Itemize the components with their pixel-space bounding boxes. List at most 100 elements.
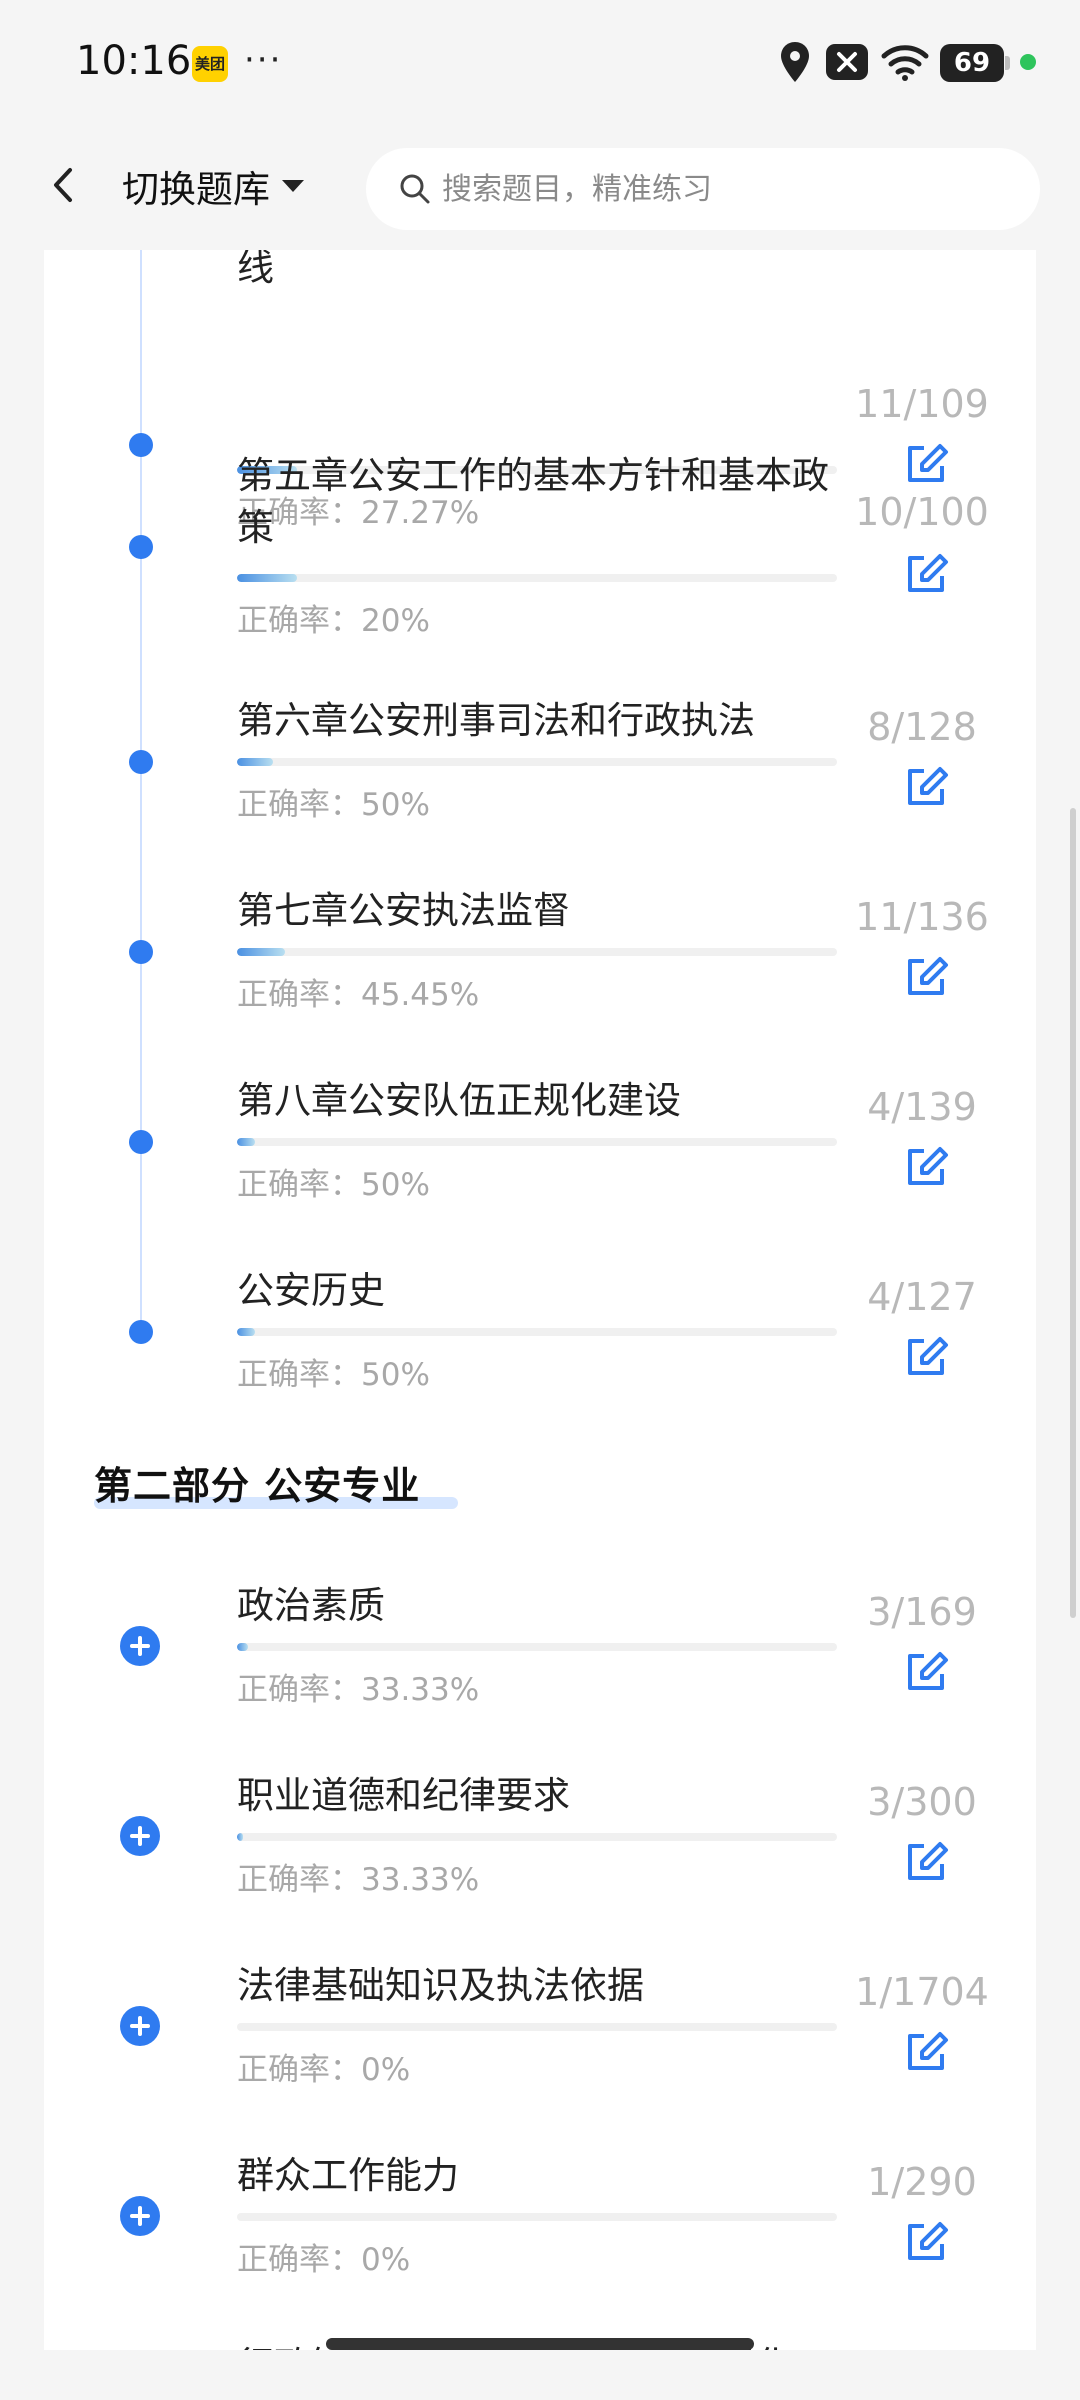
edit-practice-icon[interactable]: [902, 953, 950, 1001]
scrollbar[interactable]: [1070, 808, 1076, 1618]
status-time: 10:16: [76, 38, 192, 84]
edit-practice-icon[interactable]: [902, 763, 950, 811]
progress-bar: [237, 1328, 837, 1336]
close-notification-icon: [826, 44, 868, 80]
privacy-indicator-icon: [1020, 54, 1036, 70]
accuracy-value: 0%: [361, 2052, 411, 2088]
progress-bar: [237, 574, 837, 582]
accuracy-value: 0%: [361, 2242, 411, 2278]
accuracy-label: 正确率：: [237, 1862, 361, 1898]
accuracy-label: 正确率：: [237, 977, 361, 1013]
item-title: 第四章公安工作的根本原则和根本路线: [237, 250, 274, 289]
accuracy-rate: 正确率：50%: [237, 779, 430, 824]
accuracy-rate: 正确率：45.45%: [237, 969, 479, 1014]
more-notifications-icon: ···: [244, 40, 283, 80]
accuracy-value: 45.45%: [361, 977, 480, 1013]
progress-bar: [237, 1833, 837, 1841]
item-title: 第五章公安工作的基本方针和基本政策: [237, 454, 829, 549]
accuracy-rate: 正确率：33.33%: [237, 1664, 479, 1709]
search-icon: [400, 174, 430, 204]
question-count: 11/136: [855, 895, 989, 939]
accuracy-value: 20%: [361, 603, 430, 639]
accuracy-value: 33.33%: [361, 1672, 480, 1708]
accuracy-value: 33.33%: [361, 1862, 480, 1898]
progress-fill: [237, 948, 285, 956]
wifi-icon: [881, 45, 929, 81]
accuracy-label: 正确率：: [237, 603, 361, 639]
accuracy-label: 正确率：: [237, 1357, 361, 1393]
accuracy-rate: 正确率：0%: [237, 2044, 410, 2089]
edit-practice-icon[interactable]: [902, 550, 950, 598]
timeline-dot: [129, 750, 153, 774]
accuracy-rate: 正确率：0%: [237, 2234, 410, 2279]
back-arrow-icon[interactable]: [40, 160, 90, 210]
progress-fill: [237, 1643, 248, 1651]
caret-down-icon: [282, 180, 304, 192]
home-indicator[interactable]: [326, 2338, 754, 2350]
progress-fill: [237, 758, 273, 766]
accuracy-rate: 正确率：50%: [237, 1159, 430, 1204]
location-icon: [781, 42, 809, 82]
edit-practice-icon[interactable]: [902, 1648, 950, 1696]
question-count: 1/1704: [855, 1970, 989, 2014]
switch-question-bank-label: 切换题库: [122, 168, 270, 211]
accuracy-rate: 正确率：33.33%: [237, 1854, 479, 1899]
timeline-dot: [129, 1320, 153, 1344]
accuracy-label: 正确率：: [237, 1167, 361, 1203]
progress-bar: [237, 758, 837, 766]
search-input[interactable]: [440, 170, 964, 208]
question-count: 11/109: [855, 382, 989, 426]
question-count: 3/169: [867, 1590, 977, 1634]
timeline-line: [140, 250, 142, 1340]
item-title: 法律基础知识及执法依据: [237, 1964, 644, 2007]
edit-practice-icon[interactable]: [902, 440, 950, 488]
battery-icon: 69: [940, 44, 1010, 82]
section-title: 第二部分 公安专业: [94, 1464, 421, 1508]
edit-practice-icon[interactable]: [902, 1838, 950, 1886]
edit-practice-icon[interactable]: [902, 2028, 950, 2076]
meituan-app-icon: 美团: [192, 46, 228, 82]
item-title: 政治素质: [237, 1584, 385, 1627]
edit-practice-icon[interactable]: [902, 1143, 950, 1191]
accuracy-value: 50%: [361, 787, 430, 823]
question-count: 1/290: [867, 2160, 977, 2204]
edit-practice-icon[interactable]: [902, 2218, 950, 2266]
accuracy-rate: 正确率：50%: [237, 1349, 430, 1394]
accuracy-value: 50%: [361, 1167, 430, 1203]
edit-practice-icon[interactable]: [902, 1333, 950, 1381]
progress-bar: [237, 1643, 837, 1651]
expand-plus-icon[interactable]: [120, 1816, 160, 1856]
expand-plus-icon[interactable]: [120, 1626, 160, 1666]
progress-fill: [237, 1328, 255, 1336]
question-count: 3/300: [867, 1780, 977, 1824]
expand-plus-icon[interactable]: [120, 2006, 160, 2046]
accuracy-label: 正确率：: [237, 2242, 361, 2278]
question-count: 8/128: [867, 705, 977, 749]
item-title: 群众工作能力: [237, 2154, 459, 2197]
item-title: 职业道德和纪律要求: [237, 1774, 570, 1817]
timeline-dot: [129, 1130, 153, 1154]
question-count: 4/139: [867, 1085, 977, 1129]
accuracy-value: 50%: [361, 1357, 430, 1393]
top-navigation: 切换题库: [0, 125, 1080, 250]
item-title: 公安历史: [237, 1269, 385, 1312]
search-box[interactable]: [366, 148, 1040, 230]
question-count: 4/127: [867, 1275, 977, 1319]
switch-question-bank-button[interactable]: 切换题库: [122, 159, 306, 213]
accuracy-label: 正确率：: [237, 787, 361, 823]
item-title: 第七章公安执法监督: [237, 889, 570, 932]
progress-fill: [237, 1138, 255, 1146]
item-title: 第八章公安队伍正规化建设: [237, 1079, 681, 1122]
timeline-dot: [129, 433, 153, 457]
timeline-dot: [129, 940, 153, 964]
progress-fill: [237, 574, 297, 582]
accuracy-rate: 正确率：20%: [237, 595, 430, 640]
accuracy-label: 正确率：: [237, 1672, 361, 1708]
question-count: 10/100: [855, 490, 989, 534]
progress-fill: [237, 1833, 243, 1841]
progress-bar: [237, 2213, 837, 2221]
status-bar: 10:16 美团 ··· 69: [0, 0, 1080, 125]
timeline-dot: [129, 535, 153, 559]
expand-plus-icon[interactable]: [120, 2196, 160, 2236]
progress-bar: [237, 948, 837, 956]
